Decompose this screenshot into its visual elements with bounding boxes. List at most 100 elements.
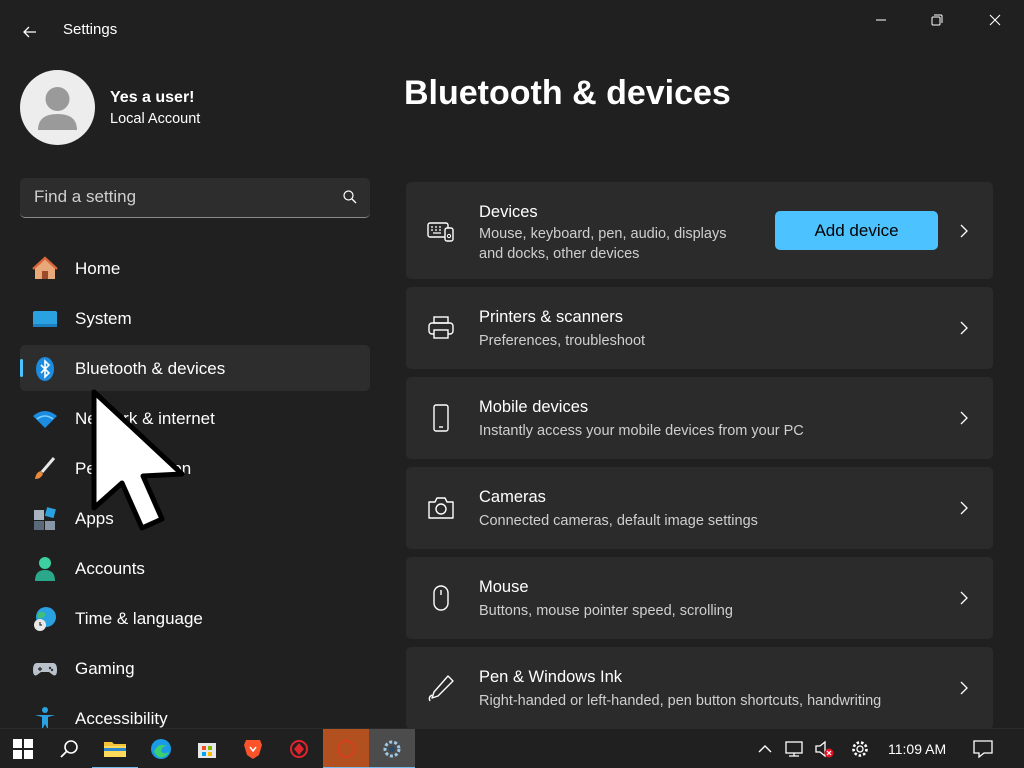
sidebar-item-label: System — [75, 309, 132, 328]
sidebar-item-network-internet[interactable]: Network & internet — [20, 395, 370, 441]
record-icon — [337, 740, 355, 758]
search-icon — [60, 740, 78, 758]
sidebar-item-personalization[interactable]: Personalization — [20, 445, 370, 491]
minimize-button[interactable] — [858, 6, 904, 34]
card-title: Cameras — [479, 488, 546, 506]
card-description: Right-handed or left-handed, pen button … — [479, 693, 882, 709]
sidebar-item-accessibility[interactable]: Accessibility — [20, 695, 370, 728]
card-pen-windows-ink[interactable]: Pen & Windows Ink Right-handed or left-h… — [406, 647, 993, 728]
title-bar: Settings — [0, 0, 1024, 60]
account-type: Local Account — [110, 111, 201, 127]
brave-lion-icon — [244, 740, 262, 759]
search-icon[interactable] — [342, 189, 358, 205]
sidebar-item-label: Time & language — [75, 609, 203, 628]
accounts-icon — [35, 557, 55, 581]
sidebar-item-label: Accounts — [75, 559, 145, 578]
avatar[interactable] — [20, 70, 95, 145]
chevron-right-icon — [960, 681, 968, 695]
gear-icon — [852, 741, 868, 757]
card-mobile-devices[interactable]: Mobile devices Instantly access your mob… — [406, 377, 993, 459]
notifications-button[interactable] — [971, 737, 995, 761]
accessibility-icon — [35, 707, 55, 728]
volume-button[interactable] — [812, 737, 836, 761]
card-title: Devices — [479, 203, 538, 221]
edge-icon — [151, 739, 171, 759]
notification-icon — [973, 740, 993, 759]
sidebar-item-label: Bluetooth & devices — [75, 359, 226, 378]
home-icon — [32, 256, 58, 279]
settings-window: Settings Yes a user! Local Account Home — [0, 0, 1024, 728]
sidebar-item-system[interactable]: System — [20, 295, 370, 341]
sidebar-item-gaming[interactable]: Gaming — [20, 645, 370, 691]
security-app-button[interactable] — [276, 729, 322, 768]
restore-icon — [931, 14, 943, 26]
close-button[interactable] — [972, 6, 1018, 34]
shield-icon — [290, 740, 308, 758]
card-title: Mouse — [479, 578, 529, 596]
brave-button[interactable] — [230, 729, 276, 768]
volume-muted-icon — [815, 740, 834, 758]
add-device-button[interactable]: Add device — [775, 211, 938, 250]
start-button[interactable] — [0, 729, 46, 768]
edge-button[interactable] — [138, 729, 184, 768]
restore-button[interactable] — [914, 6, 960, 34]
card-description: Preferences, troubleshoot — [479, 333, 646, 349]
sidebar-item-time-language[interactable]: Time & language — [20, 595, 370, 641]
search-box[interactable] — [20, 178, 370, 218]
gear-icon — [383, 740, 401, 758]
card-description: Instantly access your mobile devices fro… — [479, 423, 804, 439]
mouse-pointer-icon — [91, 389, 185, 531]
sidebar-item-label: Gaming — [75, 659, 135, 678]
page-title: Bluetooth & devices — [404, 74, 731, 112]
person-icon — [38, 87, 77, 130]
mouse-icon — [433, 585, 449, 611]
taskbar-clock[interactable]: 11:09 AM — [888, 741, 946, 757]
settings-app-button[interactable] — [369, 729, 415, 768]
card-description: Mouse, keyboard, pen, audio, displays — [479, 226, 727, 242]
close-icon — [989, 14, 1001, 26]
wifi-icon — [33, 411, 57, 428]
sidebar-item-apps[interactable]: Apps — [20, 495, 370, 541]
card-printers-scanners[interactable]: Printers & scanners Preferences, trouble… — [406, 287, 993, 369]
card-title: Pen & Windows Ink — [479, 668, 623, 686]
apps-icon — [34, 507, 56, 530]
store-button[interactable] — [184, 729, 230, 768]
globe-clock-icon — [34, 607, 56, 631]
card-mouse[interactable]: Mouse Buttons, mouse pointer speed, scro… — [406, 557, 993, 639]
sidebar-item-home[interactable]: Home — [20, 245, 370, 291]
back-button[interactable] — [16, 18, 44, 46]
sidebar-item-label: Accessibility — [75, 709, 168, 728]
app-title: Settings — [63, 21, 118, 38]
printer-icon — [428, 316, 454, 339]
card-description: Connected cameras, default image setting… — [479, 513, 758, 529]
folder-icon — [104, 742, 126, 757]
brush-icon — [35, 457, 56, 479]
sidebar-item-bluetooth-devices[interactable]: Bluetooth & devices — [20, 345, 370, 391]
tray-settings-button[interactable] — [848, 737, 872, 761]
sidebar-item-accounts[interactable]: Accounts — [20, 545, 370, 591]
recording-app-button[interactable] — [323, 729, 369, 768]
card-title: Mobile devices — [479, 398, 589, 416]
chevron-right-icon — [960, 501, 968, 515]
sidebar-nav: Home System Bluetooth & devices Network … — [20, 245, 370, 728]
taskbar-search-button[interactable] — [46, 729, 92, 768]
card-title: Printers & scanners — [479, 308, 623, 326]
system-icon — [33, 311, 57, 327]
chevron-up-icon — [758, 745, 772, 753]
card-devices[interactable]: Devices Mouse, keyboard, pen, audio, dis… — [406, 182, 993, 279]
devices-icon — [427, 222, 454, 242]
gamepad-icon — [33, 663, 57, 676]
camera-icon — [428, 497, 454, 519]
card-cameras[interactable]: Cameras Connected cameras, default image… — [406, 467, 993, 549]
back-arrow-icon — [23, 26, 36, 38]
network-status-button[interactable] — [783, 737, 807, 761]
bluetooth-icon — [36, 357, 54, 381]
chevron-right-icon — [960, 591, 968, 605]
windows-logo-icon — [13, 739, 33, 759]
file-explorer-button[interactable] — [92, 729, 138, 768]
search-input[interactable] — [20, 178, 330, 216]
user-name: Yes a user! — [110, 89, 195, 106]
taskbar: 11:09 AM — [0, 728, 1024, 768]
show-hidden-icons-button[interactable] — [753, 737, 777, 761]
card-description: and docks, other devices — [479, 246, 640, 262]
